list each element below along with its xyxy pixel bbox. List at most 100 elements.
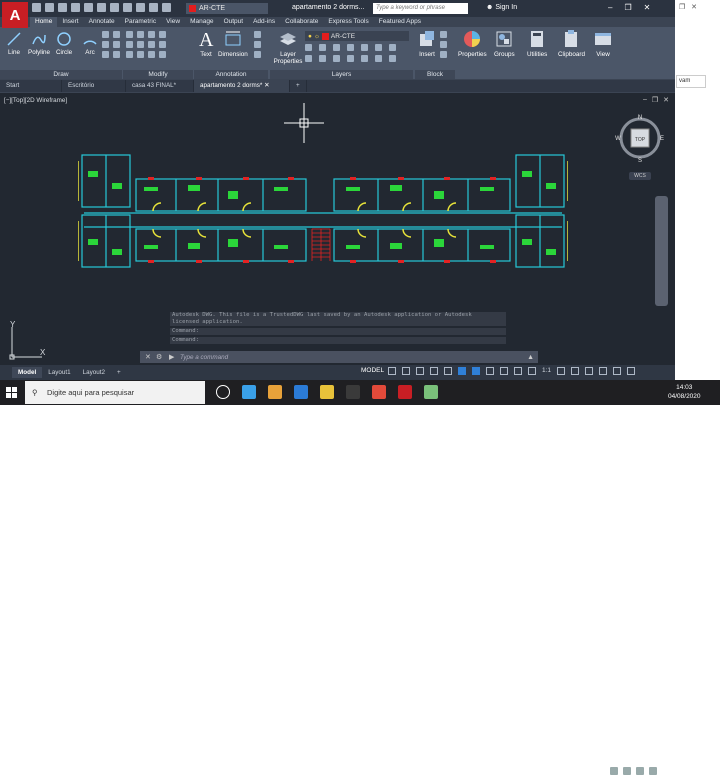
linear-dim-icon[interactable] [254, 31, 261, 38]
layer-tool-icon[interactable] [347, 44, 354, 51]
command-input[interactable]: Type a command [180, 354, 228, 361]
close-tab-icon[interactable]: ✕ [264, 82, 269, 89]
drawing-viewport[interactable]: [−][Top][2D Wireframe] – ❐ ✕ TOP N S E W… [0, 93, 675, 365]
circle-button[interactable]: Circle [56, 31, 72, 56]
close-icon[interactable]: ✕ [663, 96, 669, 104]
layer-dropdown-quick[interactable]: AR-CTE [186, 3, 268, 14]
erase-icon[interactable] [159, 31, 166, 38]
viewcube-top-face[interactable]: TOP [635, 137, 646, 143]
undo-icon[interactable] [110, 3, 119, 12]
tab-add-ins[interactable]: Add-ins [248, 17, 280, 27]
file-explorer-icon[interactable] [320, 385, 334, 399]
tab-express-tools[interactable]: Express Tools [323, 17, 373, 27]
properties-button[interactable]: Properties [458, 29, 487, 58]
tab-featured-apps[interactable]: Featured Apps [374, 17, 426, 27]
edit-block-icon[interactable] [440, 41, 447, 48]
compass-east[interactable]: E [660, 136, 664, 142]
layer-tool-icon[interactable] [389, 55, 396, 62]
trim-icon[interactable] [148, 31, 155, 38]
grid-icon[interactable] [388, 367, 396, 375]
add-layout-button[interactable]: + [111, 367, 127, 378]
clipboard-button[interactable]: Clipboard [558, 29, 585, 58]
tab-output[interactable]: Output [219, 17, 249, 27]
rectangle-icon[interactable] [102, 31, 109, 38]
save-as-icon[interactable] [71, 3, 80, 12]
customize-icon[interactable]: ⚙ [156, 353, 162, 361]
taskbar-clock[interactable]: 14:03 04/08/2020 [668, 383, 701, 401]
transparency-icon[interactable] [500, 367, 508, 375]
wcs-menu[interactable]: WCS [629, 172, 651, 180]
annotation-scale-icon[interactable] [528, 367, 536, 375]
chrome-icon[interactable] [372, 385, 386, 399]
tab-layout1[interactable]: Layout1 [42, 367, 76, 378]
line-button[interactable]: Line [6, 31, 22, 56]
model-space-toggle[interactable]: MODEL [361, 367, 384, 374]
close-icon[interactable]: ✕ [644, 3, 651, 12]
network-icon[interactable] [623, 767, 631, 775]
tab-home[interactable]: Home [30, 17, 58, 27]
tab-annotate[interactable]: Annotate [84, 17, 120, 27]
compass-south[interactable]: S [638, 158, 642, 164]
customize-menu-icon[interactable] [627, 367, 636, 375]
object-snap-tracking-icon[interactable] [458, 367, 466, 375]
tab-collaborate[interactable]: Collaborate [280, 17, 323, 27]
compass-north[interactable]: N [638, 115, 642, 121]
share-icon[interactable] [136, 3, 145, 12]
layer-freeze-icon[interactable] [162, 3, 171, 12]
layer-tool-icon[interactable] [375, 44, 382, 51]
minimize-icon[interactable]: – [643, 96, 647, 104]
viewport-controls-label[interactable]: [−][Top][2D Wireframe] [4, 97, 67, 104]
autocad-logo-icon[interactable]: A [2, 2, 28, 28]
layer-tool-icon[interactable] [389, 44, 396, 51]
table-icon[interactable] [113, 51, 120, 58]
tab-manage[interactable]: Manage [185, 17, 219, 27]
tab-model[interactable]: Model [12, 367, 43, 378]
scale-dropdown[interactable]: 1:1 [542, 367, 551, 375]
view-button[interactable]: View [593, 29, 613, 58]
tab-insert[interactable]: Insert [57, 17, 83, 27]
tab-parametric[interactable]: Parametric [120, 17, 161, 27]
command-prompt-icon[interactable]: ▶ [169, 353, 174, 361]
rotate-icon[interactable] [137, 31, 144, 38]
scale-icon[interactable] [137, 51, 144, 58]
insert-button[interactable]: Insert [417, 29, 437, 58]
firefox-icon[interactable] [268, 385, 282, 399]
layer-tool-icon[interactable] [319, 44, 326, 51]
dimension-button[interactable]: Dimension [218, 29, 248, 58]
autocad-taskbar-icon[interactable] [398, 385, 412, 399]
layer-tool-icon[interactable] [305, 55, 312, 62]
layer-tool-icon[interactable] [333, 55, 340, 62]
web-icon[interactable] [84, 3, 93, 12]
hardware-acceleration-icon[interactable] [585, 367, 594, 375]
fullscreen-icon[interactable] [613, 367, 622, 375]
print-icon[interactable] [97, 3, 106, 12]
taskbar-search-input[interactable]: ⚲ Digite aqui para pesquisar [25, 381, 205, 404]
viewcube-compass[interactable]: TOP N S E W [615, 113, 665, 164]
layer-tool-icon[interactable] [361, 55, 368, 62]
layer-toggle-icon[interactable] [149, 3, 158, 12]
stretch-icon[interactable] [126, 51, 133, 58]
search-input[interactable]: Type a keyword or phrase [373, 3, 468, 14]
selection-cycling-icon[interactable] [514, 367, 522, 375]
redo-icon[interactable] [123, 3, 132, 12]
tab-layout2[interactable]: Layout2 [77, 367, 111, 378]
close-command-icon[interactable]: ✕ [145, 353, 151, 361]
annotation-panel-label[interactable]: Annotation [194, 70, 268, 79]
layer-tool-icon[interactable] [333, 44, 340, 51]
minimize-icon[interactable]: – [608, 3, 612, 12]
groups-button[interactable]: Groups [494, 29, 515, 58]
object-snap-icon[interactable] [472, 367, 480, 375]
move-icon[interactable] [126, 31, 133, 38]
boundary-icon[interactable] [113, 41, 120, 48]
cortana-icon[interactable] [216, 385, 230, 399]
layers-panel-label[interactable]: Layers [270, 70, 413, 79]
layer-tool-icon[interactable] [361, 44, 368, 51]
mirror-icon[interactable] [137, 41, 144, 48]
gradient-icon[interactable] [102, 41, 109, 48]
task-view-icon[interactable] [242, 385, 256, 399]
table-insert-icon[interactable] [254, 51, 261, 58]
array-icon[interactable] [148, 51, 155, 58]
compass-west[interactable]: W [615, 136, 621, 142]
polar-icon[interactable] [430, 367, 438, 375]
leader-icon[interactable] [254, 41, 261, 48]
